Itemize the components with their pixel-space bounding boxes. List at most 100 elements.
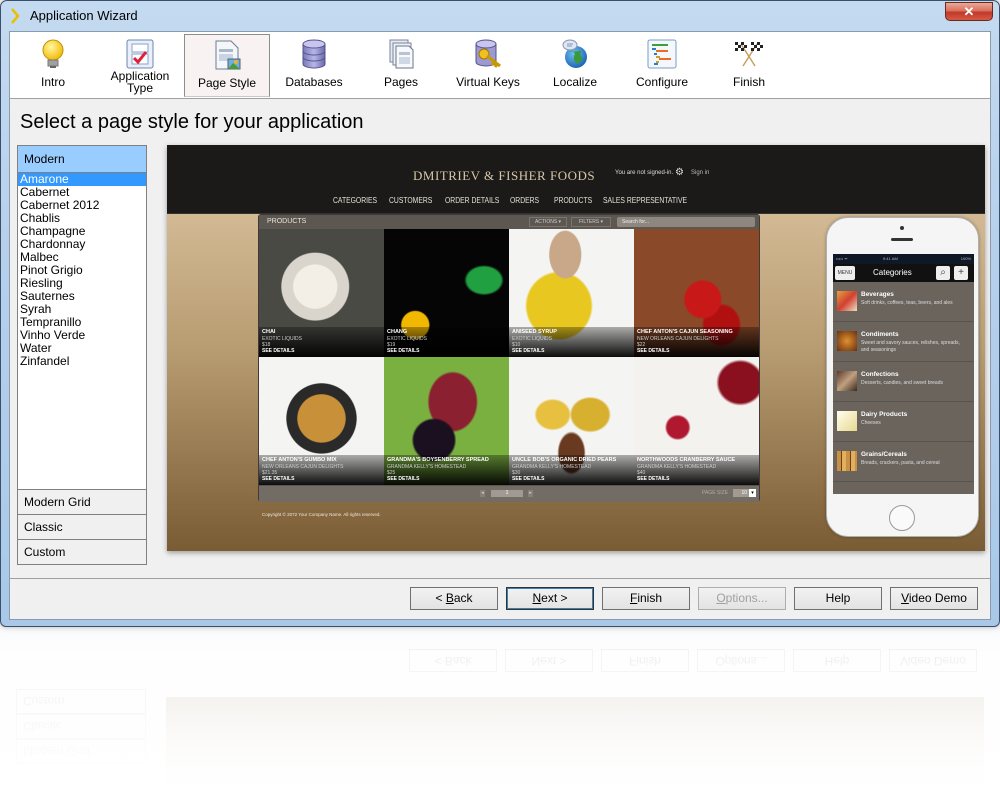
- step-intro[interactable]: Intro: [10, 34, 96, 97]
- finish-button[interactable]: Finish: [602, 587, 690, 610]
- page-style-selector: Modern Amarone Cabernet Cabernet 2012 Chabl…: [17, 145, 147, 565]
- product-caption: UNCLE BOB'S ORGANIC DRIED PEARS GRANDMA K…: [509, 455, 634, 485]
- preview-nav-item: PRODUCTS: [554, 196, 593, 205]
- step-finish[interactable]: Finish: [706, 34, 792, 97]
- page-heading: Select a page style for your application: [20, 111, 364, 133]
- preview-mobile-phone: ••••• ᯤ 9:41 AM 100% MENU Categories ⌕ +…: [826, 217, 979, 537]
- wizard-steps-toolbar: Intro Application Type Page Style Databa…: [10, 32, 990, 99]
- style-list-item[interactable]: Zinfandel: [18, 355, 146, 368]
- preview-product-tile: ANISEED SYRUP EXOTIC LIQUIDS $10 SEE DETAIL…: [509, 229, 634, 357]
- product-name: UNCLE BOB'S ORGANIC DRIED PEARS: [512, 457, 617, 463]
- preview-product-tile: CHEF ANTON'S CAJUN SEASONING NEW ORLEANS …: [634, 229, 759, 357]
- category-thumbnail: [837, 371, 857, 391]
- product-caption: CHEF ANTON'S CAJUN SEASONING NEW ORLEANS …: [634, 327, 759, 357]
- category-description: Soft drinks, coffees, teas, beers, and a…: [861, 300, 953, 306]
- phone-category-list: Beverages Soft drinks, coffees, teas, bee…: [833, 282, 974, 494]
- close-button[interactable]: ✕: [945, 2, 993, 21]
- app-chevron-icon: [11, 8, 20, 24]
- product-caption: ANISEED SYRUP EXOTIC LIQUIDS $10 SEE DETAIL…: [509, 327, 634, 357]
- preview-product-tile: GRANDMA'S BOYSENBERRY SPREAD GRANDMA KELL…: [384, 357, 509, 485]
- window-title: Application Wizard: [30, 8, 138, 23]
- category-description: Sweet and savory sauces, relishes, sprea…: [861, 340, 960, 353]
- preview-signin-status: You are not signed-in.: [615, 170, 674, 176]
- preview-nav-item: CATEGORIES: [333, 196, 378, 205]
- phone-category-row: Grains/Cereals Breads, crackers, pasta, a…: [833, 442, 974, 482]
- phone-home-button: [889, 505, 915, 531]
- style-listbox[interactable]: Amarone Cabernet Cabernet 2012 Chablis Champ…: [18, 173, 146, 489]
- style-group-modern-grid[interactable]: Modern Grid: [18, 489, 146, 514]
- preview-product-tile: CHAI EXOTIC LIQUIDS $18 SEE DETAILS: [259, 229, 384, 357]
- phone-speaker: [891, 238, 913, 241]
- preview-brand: DMITRIEV & FISHER FOODS: [413, 168, 596, 183]
- step-databases[interactable]: Databases: [271, 34, 357, 97]
- phone-category-row: Dairy Products Cheeses: [833, 402, 974, 442]
- step-virtual-keys[interactable]: Virtual Keys: [445, 34, 531, 97]
- category-name: Beverages: [861, 291, 894, 298]
- page-style-icon: [215, 40, 241, 70]
- step-label: Finish: [732, 75, 765, 89]
- product-name: GRANDMA'S BOYSENBERRY SPREAD: [387, 457, 489, 463]
- category-thumbnail: [837, 331, 857, 351]
- pages-icon: [389, 39, 414, 69]
- preview-page-size-value: 10: [733, 489, 749, 497]
- step-configure[interactable]: Configure: [619, 34, 705, 97]
- preview-actions-button: ACTIONS ▾: [529, 217, 567, 227]
- plus-icon: +: [954, 266, 968, 280]
- category-name: Dairy Products: [861, 411, 908, 418]
- options-button: Options...: [698, 587, 786, 610]
- product-details-link: SEE DETAILS: [637, 347, 670, 354]
- preview-page-number: 1: [491, 490, 523, 497]
- preview-nav-item: ORDER DETAILS: [445, 196, 500, 205]
- chevron-down-icon: ▾: [749, 489, 756, 497]
- phone-category-row: Beverages Soft drinks, coffees, teas, bee…: [833, 282, 974, 322]
- category-description: Desserts, candies, and sweet breads: [861, 380, 943, 386]
- product-caption: NORTHWOODS CRANBERRY SAUCE GRANDMA KELLY'…: [634, 455, 759, 485]
- step-application-type[interactable]: Application Type: [97, 34, 183, 97]
- category-description: Breads, crackers, pasta, and cereal: [861, 460, 940, 466]
- phone-menu-button: MENU: [835, 266, 855, 280]
- product-caption: GRANDMA'S BOYSENBERRY SPREAD GRANDMA KELL…: [384, 455, 509, 485]
- preview-grid-header: PRODUCTS ACTIONS ▾ FILTERS ▾ Search for.…: [259, 215, 759, 229]
- style-group-classic[interactable]: Classic: [18, 514, 146, 539]
- checkbox-form-icon: [126, 39, 154, 69]
- title-bar: Application Wizard ✕: [1, 1, 999, 31]
- step-pages[interactable]: Pages: [358, 34, 444, 97]
- phone-category-row: Condiments Sweet and savory sauces, relis…: [833, 322, 974, 362]
- category-thumbnail: [837, 411, 857, 431]
- style-group-custom[interactable]: Custom: [18, 539, 146, 564]
- search-icon: ⌕: [936, 266, 950, 280]
- globe-speech-icon: [562, 39, 587, 68]
- step-page-style[interactable]: Page Style: [184, 34, 270, 97]
- configure-tree-icon: [647, 39, 677, 69]
- preview-product-tile: UNCLE BOB'S ORGANIC DRIED PEARS GRANDMA K…: [509, 357, 634, 485]
- product-caption: CHAI EXOTIC LIQUIDS $18 SEE DETAILS: [259, 327, 384, 357]
- reflection-fade: [0, 627, 1000, 800]
- help-button[interactable]: Help: [794, 587, 882, 610]
- video-demo-button[interactable]: Video Demo: [890, 587, 978, 610]
- preview-next-arrow: ▸: [528, 490, 533, 497]
- footer-divider: [10, 578, 990, 579]
- preview-prev-arrow: ◂: [480, 490, 485, 497]
- phone-camera: [900, 226, 904, 230]
- product-details-link: SEE DETAILS: [262, 347, 295, 354]
- preview-grid-title: PRODUCTS: [267, 218, 307, 225]
- phone-screen: ••••• ᯤ 9:41 AM 100% MENU Categories ⌕ +…: [833, 254, 974, 494]
- phone-battery: 100%: [960, 256, 971, 261]
- category-description: Cheeses: [861, 420, 881, 426]
- preview-nav-item: SALES REPRESENTATIVE: [603, 196, 688, 205]
- product-details-link: SEE DETAILS: [637, 475, 670, 482]
- preview-search-box: Search for...: [617, 217, 755, 227]
- next-button[interactable]: Next >: [506, 587, 594, 610]
- category-thumbnail: [837, 451, 857, 471]
- product-caption: CHANG EXOTIC LIQUIDS $19 SEE DETAILS: [384, 327, 509, 357]
- phone-title: Categories: [873, 268, 912, 277]
- preview-products-grid: PRODUCTS ACTIONS ▾ FILTERS ▾ Search for.…: [258, 214, 760, 502]
- back-button[interactable]: < Back: [410, 587, 498, 610]
- step-label: Pages: [383, 75, 419, 89]
- step-label: Application Type: [97, 70, 183, 94]
- step-localize[interactable]: Localize: [532, 34, 618, 97]
- style-group-modern[interactable]: Modern: [18, 146, 146, 173]
- phone-time: 9:41 AM: [882, 256, 898, 261]
- preview-page-size-label: PAGE SIZE: [702, 490, 729, 496]
- product-details-link: SEE DETAILS: [387, 475, 420, 482]
